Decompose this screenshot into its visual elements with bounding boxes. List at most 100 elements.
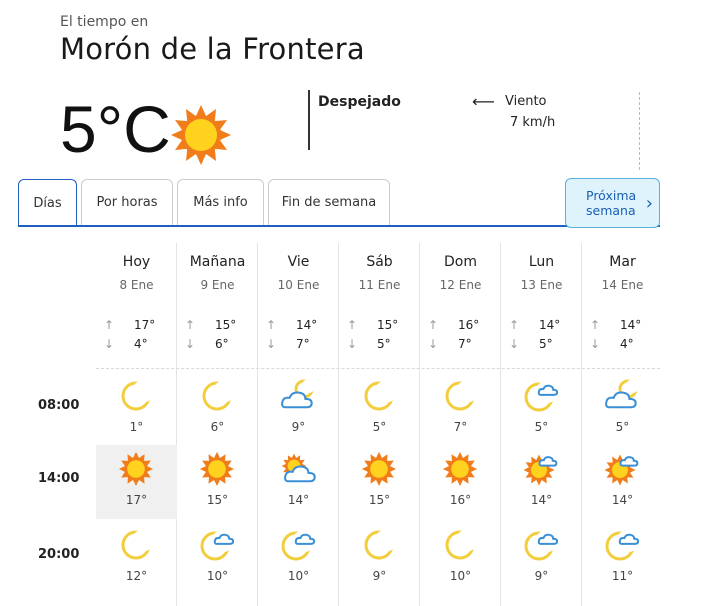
- day-date: 13 Ene: [520, 278, 563, 292]
- forecast-cell[interactable]: 9°: [501, 521, 582, 595]
- arrow-up-icon: ↑: [428, 318, 439, 332]
- moon-icon: [442, 378, 480, 420]
- sun-icon: [118, 451, 156, 493]
- moon-icon: [118, 378, 156, 420]
- day-name: Hoy: [122, 254, 151, 270]
- forecast-cell[interactable]: 5°: [501, 372, 582, 446]
- forecast-temp: 12°: [125, 569, 148, 583]
- forecast-temp: 11°: [611, 569, 634, 583]
- forecast-temp: 14°: [611, 493, 634, 507]
- max-temp-value: 14°: [296, 318, 318, 332]
- arrow-up-icon: ↑: [347, 318, 358, 332]
- arrow-down-icon: ↓: [104, 337, 115, 351]
- moon-icon: [118, 527, 156, 569]
- sun-small-cloud-icon: [604, 451, 642, 493]
- sun-icon: [199, 451, 237, 493]
- max-temp-value: 14°: [620, 318, 642, 332]
- arrow-down-icon: ↓: [428, 337, 439, 351]
- arrow-down-icon: ↓: [590, 337, 601, 351]
- forecast-temp: 14°: [287, 493, 310, 507]
- forecast-cell[interactable]: 12°: [96, 521, 177, 595]
- day-date: 12 Ene: [439, 278, 482, 292]
- sun-small-cloud-icon: [523, 451, 561, 493]
- moon-small-cloud-icon: [604, 527, 642, 569]
- arrow-up-icon: ↑: [104, 318, 115, 332]
- min-temp-value: 5°: [377, 337, 391, 351]
- moon-cloud-icon: [604, 378, 642, 420]
- arrow-up-icon: ↑: [266, 318, 277, 332]
- forecast-cell[interactable]: 10°: [258, 521, 339, 595]
- next-week-label-1: Próxima: [586, 188, 637, 203]
- sun-icon: [170, 104, 232, 170]
- day-name: Mañana: [189, 254, 246, 270]
- moon-small-cloud-icon: [199, 527, 237, 569]
- arrow-up-icon: ↑: [590, 318, 601, 332]
- arrow-down-icon: ↓: [347, 337, 358, 351]
- moon-icon: [199, 378, 237, 420]
- forecast-temp: 9°: [372, 569, 387, 583]
- forecast-cell[interactable]: 14°: [501, 445, 582, 519]
- forecast-cell[interactable]: 5°: [339, 372, 420, 446]
- next-week-button[interactable]: Próxima semana ›: [565, 178, 660, 228]
- forecast-cell[interactable]: 14°: [582, 445, 663, 519]
- min-temp-value: 5°: [539, 337, 553, 351]
- moon-small-cloud-icon: [280, 527, 318, 569]
- forecast-cell[interactable]: 1°: [96, 372, 177, 446]
- day-date: 10 Ene: [277, 278, 320, 292]
- forecast-cell[interactable]: 5°: [582, 372, 663, 446]
- wind-direction-icon: ⟵: [472, 92, 495, 111]
- day-name: Lun: [528, 254, 555, 270]
- forecast-temp: 9°: [291, 420, 306, 434]
- wind-label: Viento: [505, 94, 547, 109]
- forecast-cell[interactable]: 15°: [339, 445, 420, 519]
- min-temp-value: 4°: [134, 337, 148, 351]
- forecast-cell[interactable]: 9°: [258, 372, 339, 446]
- forecast-cell[interactable]: 15°: [177, 445, 258, 519]
- day-name: Sáb: [366, 254, 393, 270]
- moon-icon: [361, 527, 399, 569]
- moon-icon: [442, 527, 480, 569]
- tab-fin-de-semana[interactable]: Fin de semana: [268, 179, 390, 225]
- forecast-cell[interactable]: 14°: [258, 445, 339, 519]
- divider: [96, 368, 660, 369]
- arrow-down-icon: ↓: [509, 337, 520, 351]
- time-label: 08:00: [38, 398, 80, 413]
- forecast-cell[interactable]: 10°: [420, 521, 501, 595]
- forecast-temp: 10°: [206, 569, 229, 583]
- tab-por-horas[interactable]: Por horas: [81, 179, 173, 225]
- forecast-temp: 16°: [449, 493, 472, 507]
- forecast-cell[interactable]: 7°: [420, 372, 501, 446]
- tab-dias[interactable]: Días: [18, 179, 77, 227]
- day-date: 11 Ene: [358, 278, 401, 292]
- time-label: 20:00: [38, 547, 80, 562]
- moon-small-cloud-icon: [523, 527, 561, 569]
- max-temp-value: 15°: [215, 318, 237, 332]
- subtitle: El tiempo en: [60, 14, 149, 30]
- forecast-cell[interactable]: 10°: [177, 521, 258, 595]
- day-date: 8 Ene: [119, 278, 154, 292]
- forecast-cell[interactable]: 9°: [339, 521, 420, 595]
- max-temp-value: 16°: [458, 318, 480, 332]
- moon-small-cloud-icon: [523, 378, 561, 420]
- forecast-cell[interactable]: 6°: [177, 372, 258, 446]
- forecast-temp: 5°: [534, 420, 549, 434]
- tab-mas-info[interactable]: Más info: [177, 179, 264, 225]
- sky-condition: Despejado: [318, 94, 401, 110]
- tab-underline: [18, 225, 660, 227]
- arrow-down-icon: ↓: [266, 337, 277, 351]
- max-temp-value: 14°: [539, 318, 561, 332]
- day-name: Mar: [609, 254, 636, 270]
- forecast-temp: 15°: [368, 493, 391, 507]
- forecast-cell[interactable]: 17°: [96, 445, 177, 519]
- forecast-cell[interactable]: 11°: [582, 521, 663, 595]
- arrow-up-icon: ↑: [509, 318, 520, 332]
- forecast-temp: 15°: [206, 493, 229, 507]
- current-temperature: 5°C: [60, 92, 171, 166]
- forecast-temp: 5°: [372, 420, 387, 434]
- wind-speed: 7 km/h: [510, 115, 556, 130]
- day-date: 9 Ene: [200, 278, 235, 292]
- next-week-label-2: semana: [586, 203, 636, 218]
- forecast-cell[interactable]: 16°: [420, 445, 501, 519]
- forecast-temp: 6°: [210, 420, 225, 434]
- chevron-right-icon: ›: [645, 193, 653, 214]
